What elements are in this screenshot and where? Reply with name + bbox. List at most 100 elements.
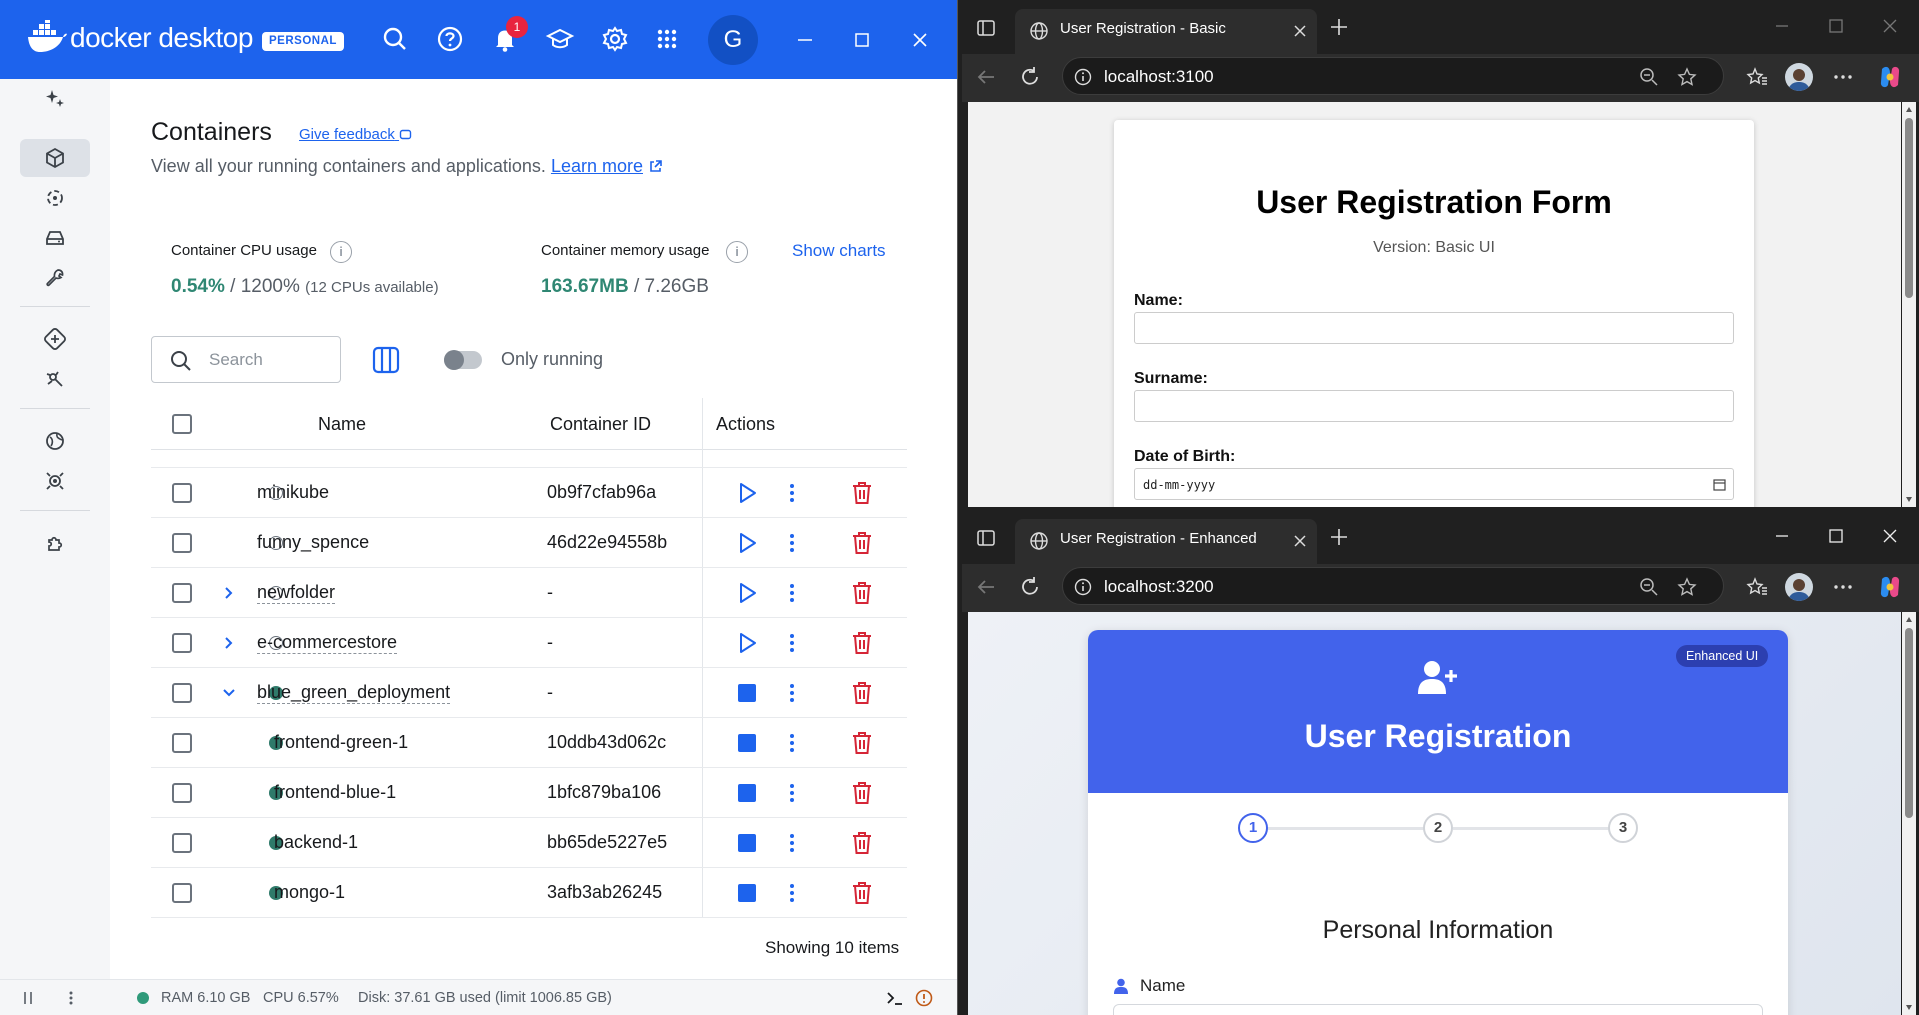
favorites-icon[interactable] [1746, 576, 1768, 598]
row-checkbox[interactable] [172, 733, 192, 753]
more-vertical-icon[interactable] [778, 729, 806, 757]
stop-icon[interactable] [733, 729, 761, 757]
row-checkbox[interactable] [172, 633, 192, 653]
tab-user-registration-basic[interactable]: User Registration - Basic [1015, 9, 1317, 54]
profile-avatar[interactable] [1785, 573, 1813, 601]
maximize-icon[interactable] [1826, 526, 1846, 546]
zoom-out-icon[interactable] [1639, 67, 1659, 87]
favorite-star-icon[interactable] [1677, 577, 1697, 597]
row-checkbox[interactable] [172, 483, 192, 503]
name-input[interactable] [1113, 1004, 1763, 1015]
warning-info-icon[interactable] [915, 989, 933, 1007]
page-scrollbar[interactable] [1902, 612, 1916, 1015]
select-all-checkbox[interactable] [172, 414, 192, 434]
new-tab-plus-icon[interactable] [1329, 527, 1349, 547]
trash-icon[interactable] [848, 579, 876, 607]
row-checkbox[interactable] [172, 583, 192, 603]
trash-icon[interactable] [848, 779, 876, 807]
table-row[interactable]: backend-1 bb65de5227e5 [151, 818, 907, 868]
back-arrow-icon[interactable] [975, 576, 997, 598]
address-bar[interactable]: localhost:3100 [1062, 57, 1724, 95]
more-vertical-icon[interactable] [778, 579, 806, 607]
learn-more-link[interactable]: Learn more [551, 156, 643, 176]
row-checkbox[interactable] [172, 783, 192, 803]
more-vertical-icon[interactable] [778, 529, 806, 557]
site-info-icon[interactable] [1074, 578, 1092, 596]
site-info-icon[interactable] [1074, 68, 1092, 86]
close-icon[interactable] [1880, 16, 1900, 36]
column-container-id[interactable]: Container ID [550, 414, 651, 435]
close-tab-icon[interactable] [1293, 24, 1307, 38]
cpu-info-icon[interactable]: i [330, 241, 352, 263]
more-vertical-icon[interactable] [778, 679, 806, 707]
row-checkbox[interactable] [172, 533, 192, 553]
chevron-right-icon[interactable] [221, 635, 237, 651]
chevron-down-icon[interactable] [221, 685, 237, 701]
container-name[interactable]: e-commercestore [257, 632, 398, 654]
sidebar-item-docker-hub[interactable] [20, 320, 90, 358]
copilot-icon[interactable] [1876, 573, 1904, 601]
container-name[interactable]: newfolder [257, 582, 336, 604]
name-input[interactable] [1134, 312, 1734, 344]
minimize-icon[interactable] [1772, 16, 1792, 36]
sidebar-item-containers[interactable] [20, 139, 90, 177]
row-checkbox[interactable] [172, 833, 192, 853]
favorites-icon[interactable] [1746, 66, 1768, 88]
sidebar-item-builds[interactable] [20, 259, 90, 297]
close-icon[interactable] [905, 25, 935, 55]
only-running-toggle[interactable] [444, 350, 482, 370]
table-row[interactable]: frontend-blue-1 1bfc879ba106 [151, 768, 907, 818]
learning-center-icon[interactable] [545, 24, 575, 54]
show-charts-button[interactable]: Show charts [792, 241, 886, 261]
new-tab-plus-icon[interactable] [1329, 17, 1349, 37]
close-tab-icon[interactable] [1293, 534, 1307, 548]
profile-avatar[interactable] [1785, 63, 1813, 91]
sidebar-toggle-icon[interactable] [22, 991, 36, 1005]
sidebar-item-extensions[interactable] [20, 524, 90, 562]
chevron-right-icon[interactable] [221, 585, 237, 601]
give-feedback-link[interactable]: Give feedback [299, 126, 413, 143]
trash-icon[interactable] [848, 629, 876, 657]
row-checkbox[interactable] [172, 683, 192, 703]
trash-icon[interactable] [848, 829, 876, 857]
minimize-icon[interactable] [790, 25, 820, 55]
more-vertical-icon[interactable] [778, 829, 806, 857]
tab-actions-icon[interactable] [976, 528, 996, 548]
search-icon[interactable] [380, 24, 410, 54]
more-vertical-icon[interactable] [778, 629, 806, 657]
table-row[interactable]: newfolder - [151, 568, 907, 618]
columns-toggle-icon[interactable] [372, 346, 400, 374]
step-2[interactable]: 2 [1423, 813, 1453, 843]
play-icon[interactable] [733, 479, 761, 507]
copilot-icon[interactable] [1876, 63, 1904, 91]
trash-icon[interactable] [848, 679, 876, 707]
table-row[interactable]: minikube 0b9f7cfab96a [151, 468, 907, 518]
more-vertical-icon[interactable] [778, 479, 806, 507]
close-icon[interactable] [1880, 526, 1900, 546]
sidebar-item-mcp[interactable] [20, 462, 90, 500]
minimize-icon[interactable] [1772, 526, 1792, 546]
stop-icon[interactable] [733, 779, 761, 807]
more-horizontal-icon[interactable] [1832, 576, 1854, 598]
more-horizontal-icon[interactable] [1832, 66, 1854, 88]
row-checkbox[interactable] [172, 883, 192, 903]
tab-user-registration-enhanced[interactable]: User Registration - Enhanced [1015, 519, 1317, 564]
table-row[interactable]: mongo-1 3afb3ab26245 [151, 868, 907, 918]
user-avatar[interactable]: G [708, 15, 758, 65]
play-icon[interactable] [733, 629, 761, 657]
sidebar-item-scout[interactable] [20, 360, 90, 398]
page-scrollbar[interactable] [1902, 102, 1916, 507]
apps-grid-icon[interactable] [652, 24, 682, 54]
play-icon[interactable] [733, 579, 761, 607]
settings-gear-icon[interactable] [600, 24, 630, 54]
calendar-icon[interactable] [1713, 478, 1726, 491]
tab-actions-icon[interactable] [976, 18, 996, 38]
stop-icon[interactable] [733, 829, 761, 857]
surname-input[interactable] [1134, 390, 1734, 422]
sidebar-item-gordon[interactable] [20, 79, 90, 117]
refresh-icon[interactable] [1019, 576, 1041, 598]
more-vertical-icon[interactable] [778, 779, 806, 807]
refresh-icon[interactable] [1019, 66, 1041, 88]
table-row[interactable]: funny_spence 46d22e94558b [151, 518, 907, 568]
maximize-icon[interactable] [1826, 16, 1846, 36]
